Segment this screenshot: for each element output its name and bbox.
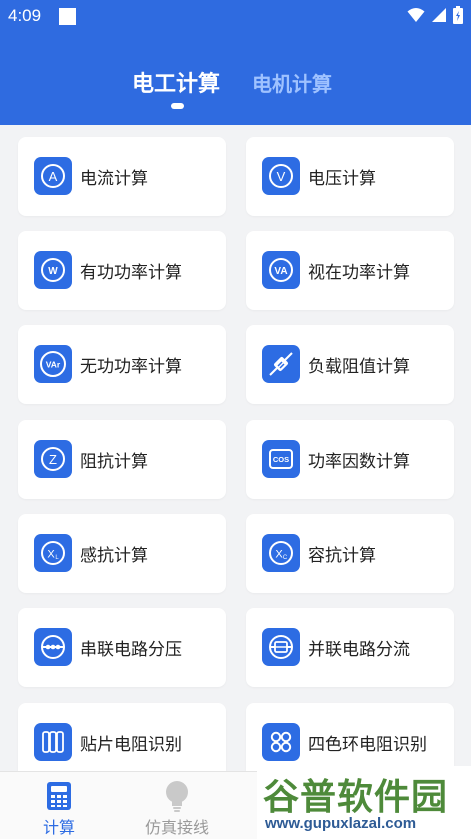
resistor-icon (262, 345, 300, 383)
parallel-circuit-icon (262, 628, 300, 666)
watermark-url: www.gupuxlazal.com (265, 815, 417, 832)
tab-indicator (171, 103, 184, 109)
nav-label-calculate: 计算 (42, 818, 75, 837)
card-active-power-calc[interactable]: W 有功功率计算 (18, 231, 226, 310)
watermark-title: 谷普软件园 (263, 777, 449, 818)
svg-text:A: A (49, 169, 58, 184)
notification-icon (59, 8, 76, 25)
calculator-icon (47, 782, 71, 810)
svg-text:VAr: VAr (46, 360, 61, 370)
status-bar: 4:09 (0, 0, 471, 34)
tab-motor-calc[interactable]: 电机计算 (252, 68, 332, 97)
svg-text:W: W (48, 266, 58, 277)
cos-icon: COS (262, 440, 300, 478)
card-capacitive-reactance-calc[interactable]: XC 容抗计算 (246, 514, 454, 593)
svg-text:Z: Z (49, 452, 57, 467)
top-tabs: 电工计算 电机计算 (0, 62, 471, 109)
card-label: 容抗计算 (308, 546, 376, 566)
smd-resistor-icon (34, 723, 72, 761)
card-impedance-calc[interactable]: Z 阻抗计算 (18, 420, 226, 499)
svg-text:COS: COS (273, 455, 289, 464)
nav-label-simulation: 仿真接线 (144, 818, 209, 837)
card-label: 贴片电阻识别 (80, 735, 182, 755)
card-inductive-reactance-calc[interactable]: XL 感抗计算 (18, 514, 226, 593)
card-series-voltage-divider[interactable]: 串联电路分压 (18, 608, 226, 687)
card-label: 感抗计算 (80, 546, 148, 566)
card-load-resistance-calc[interactable]: 负载阻值计算 (246, 325, 454, 404)
card-label: 视在功率计算 (308, 263, 410, 283)
card-parallel-current-divider[interactable]: 并联电路分流 (246, 608, 454, 687)
tab-electrician-calc[interactable]: 电工计算 (132, 66, 220, 98)
signal-icon (432, 8, 446, 22)
card-voltage-calc[interactable]: V 电压计算 (246, 137, 454, 216)
card-label: 阻抗计算 (80, 452, 148, 472)
battery-icon (453, 6, 463, 24)
series-circuit-icon (34, 628, 72, 666)
svg-text:C: C (283, 555, 288, 561)
card-label: 负载阻值计算 (308, 357, 410, 377)
app-header: 4:09 电工计算 电机计算 (0, 0, 471, 125)
card-label: 电流计算 (80, 169, 148, 189)
color-ring-icon (262, 723, 300, 761)
nav-calculate[interactable]: 计算 (29, 772, 89, 839)
status-icons (407, 6, 463, 24)
ammeter-icon: A (34, 157, 72, 195)
card-label: 电压计算 (308, 169, 376, 189)
status-time: 4:09 (8, 6, 42, 25)
capacitive-reactance-icon: XC (262, 534, 300, 572)
var-icon: VAr (34, 345, 72, 383)
card-current-calc[interactable]: A 电流计算 (18, 137, 226, 216)
svg-text:V: V (277, 169, 286, 184)
nav-simulation-wiring[interactable]: 仿真接线 (138, 772, 216, 839)
card-label: 无功功率计算 (80, 357, 182, 377)
card-label: 四色环电阻识别 (308, 735, 427, 755)
wifi-icon (407, 8, 425, 22)
svg-text:VA: VA (274, 266, 287, 277)
svg-text:X: X (47, 549, 55, 561)
card-label: 串联电路分压 (80, 640, 182, 660)
card-label: 有功功率计算 (80, 263, 182, 283)
card-power-factor-calc[interactable]: COS 功率因数计算 (246, 420, 454, 499)
card-apparent-power-calc[interactable]: VA 视在功率计算 (246, 231, 454, 310)
volt-ampere-icon: VA (262, 251, 300, 289)
svg-text:L: L (55, 555, 59, 561)
watt-icon: W (34, 251, 72, 289)
voltmeter-icon: V (262, 157, 300, 195)
inductive-reactance-icon: XL (34, 534, 72, 572)
card-reactive-power-calc[interactable]: VAr 无功功率计算 (18, 325, 226, 404)
card-label: 功率因数计算 (308, 452, 410, 472)
card-label: 并联电路分流 (308, 640, 410, 660)
lightbulb-icon (166, 781, 188, 812)
watermark: 谷普软件园 www.gupuxlazal.com (257, 766, 471, 839)
impedance-icon: Z (34, 440, 72, 478)
